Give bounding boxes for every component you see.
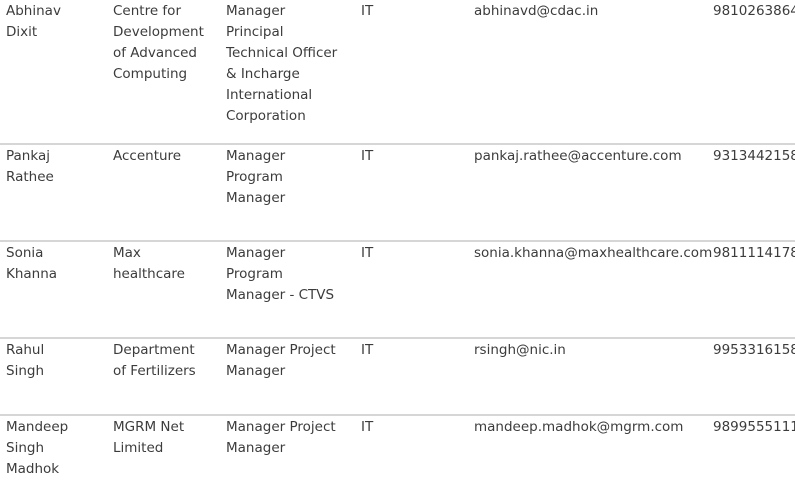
table-row: Mandeep Singh Madhok MGRM Net Limited Ma… xyxy=(0,416,795,501)
contact-department: IT xyxy=(361,3,374,19)
table-row: Sonia Khanna Max healthcare Manager Prog… xyxy=(0,242,795,339)
contact-organization: Department of Fertilizers xyxy=(113,342,196,379)
contact-designation: Manager Project Manager xyxy=(226,342,336,379)
contact-email: mandeep.madhok@mgrm.com xyxy=(474,419,684,435)
contact-name: Mandeep Singh Madhok xyxy=(6,419,69,477)
contact-organization: Centre for Development of Advanced Compu… xyxy=(113,3,204,82)
table-row: Pankaj Rathee Accenture Manager Program … xyxy=(0,145,795,242)
contact-phone: 9953316158 xyxy=(713,342,795,358)
contact-name: Sonia Khanna xyxy=(6,245,58,282)
contact-organization: Accenture xyxy=(113,148,182,164)
contact-department: IT xyxy=(361,342,374,358)
contact-phone: 9899555111 xyxy=(713,419,795,435)
contact-designation: Manager Principal Technical Officer & In… xyxy=(226,3,338,124)
contact-email: pankaj.rathee@accenture.com xyxy=(474,148,682,164)
contact-department: IT xyxy=(361,419,374,435)
contact-email: rsingh@nic.in xyxy=(474,342,566,358)
contact-organization: MGRM Net Limited xyxy=(113,419,185,456)
contact-name: Rahul Singh xyxy=(6,342,45,379)
contacts-table: Abhinav Dixit Centre for Development of … xyxy=(0,0,795,501)
contact-email: abhinavd@cdac.in xyxy=(474,3,599,19)
contact-designation: Manager Program Manager - CTVS xyxy=(226,245,335,303)
contact-department: IT xyxy=(361,148,374,164)
contact-designation: Manager Program Manager xyxy=(226,148,286,206)
contact-department: IT xyxy=(361,245,374,261)
contact-email: sonia.khanna@maxhealthcare.com xyxy=(474,245,713,261)
contact-phone: 9313442158 xyxy=(713,148,795,164)
contact-designation: Manager Project Manager xyxy=(226,419,336,456)
table-row: Rahul Singh Department of Fertilizers Ma… xyxy=(0,339,795,416)
contact-phone: 9811114178 xyxy=(713,245,795,261)
table-row: Abhinav Dixit Centre for Development of … xyxy=(0,0,795,145)
contact-phone: 9810263864 xyxy=(713,3,795,19)
contact-name: Abhinav Dixit xyxy=(6,3,61,40)
contact-name: Pankaj Rathee xyxy=(6,148,54,185)
contact-organization: Max healthcare xyxy=(113,245,185,282)
